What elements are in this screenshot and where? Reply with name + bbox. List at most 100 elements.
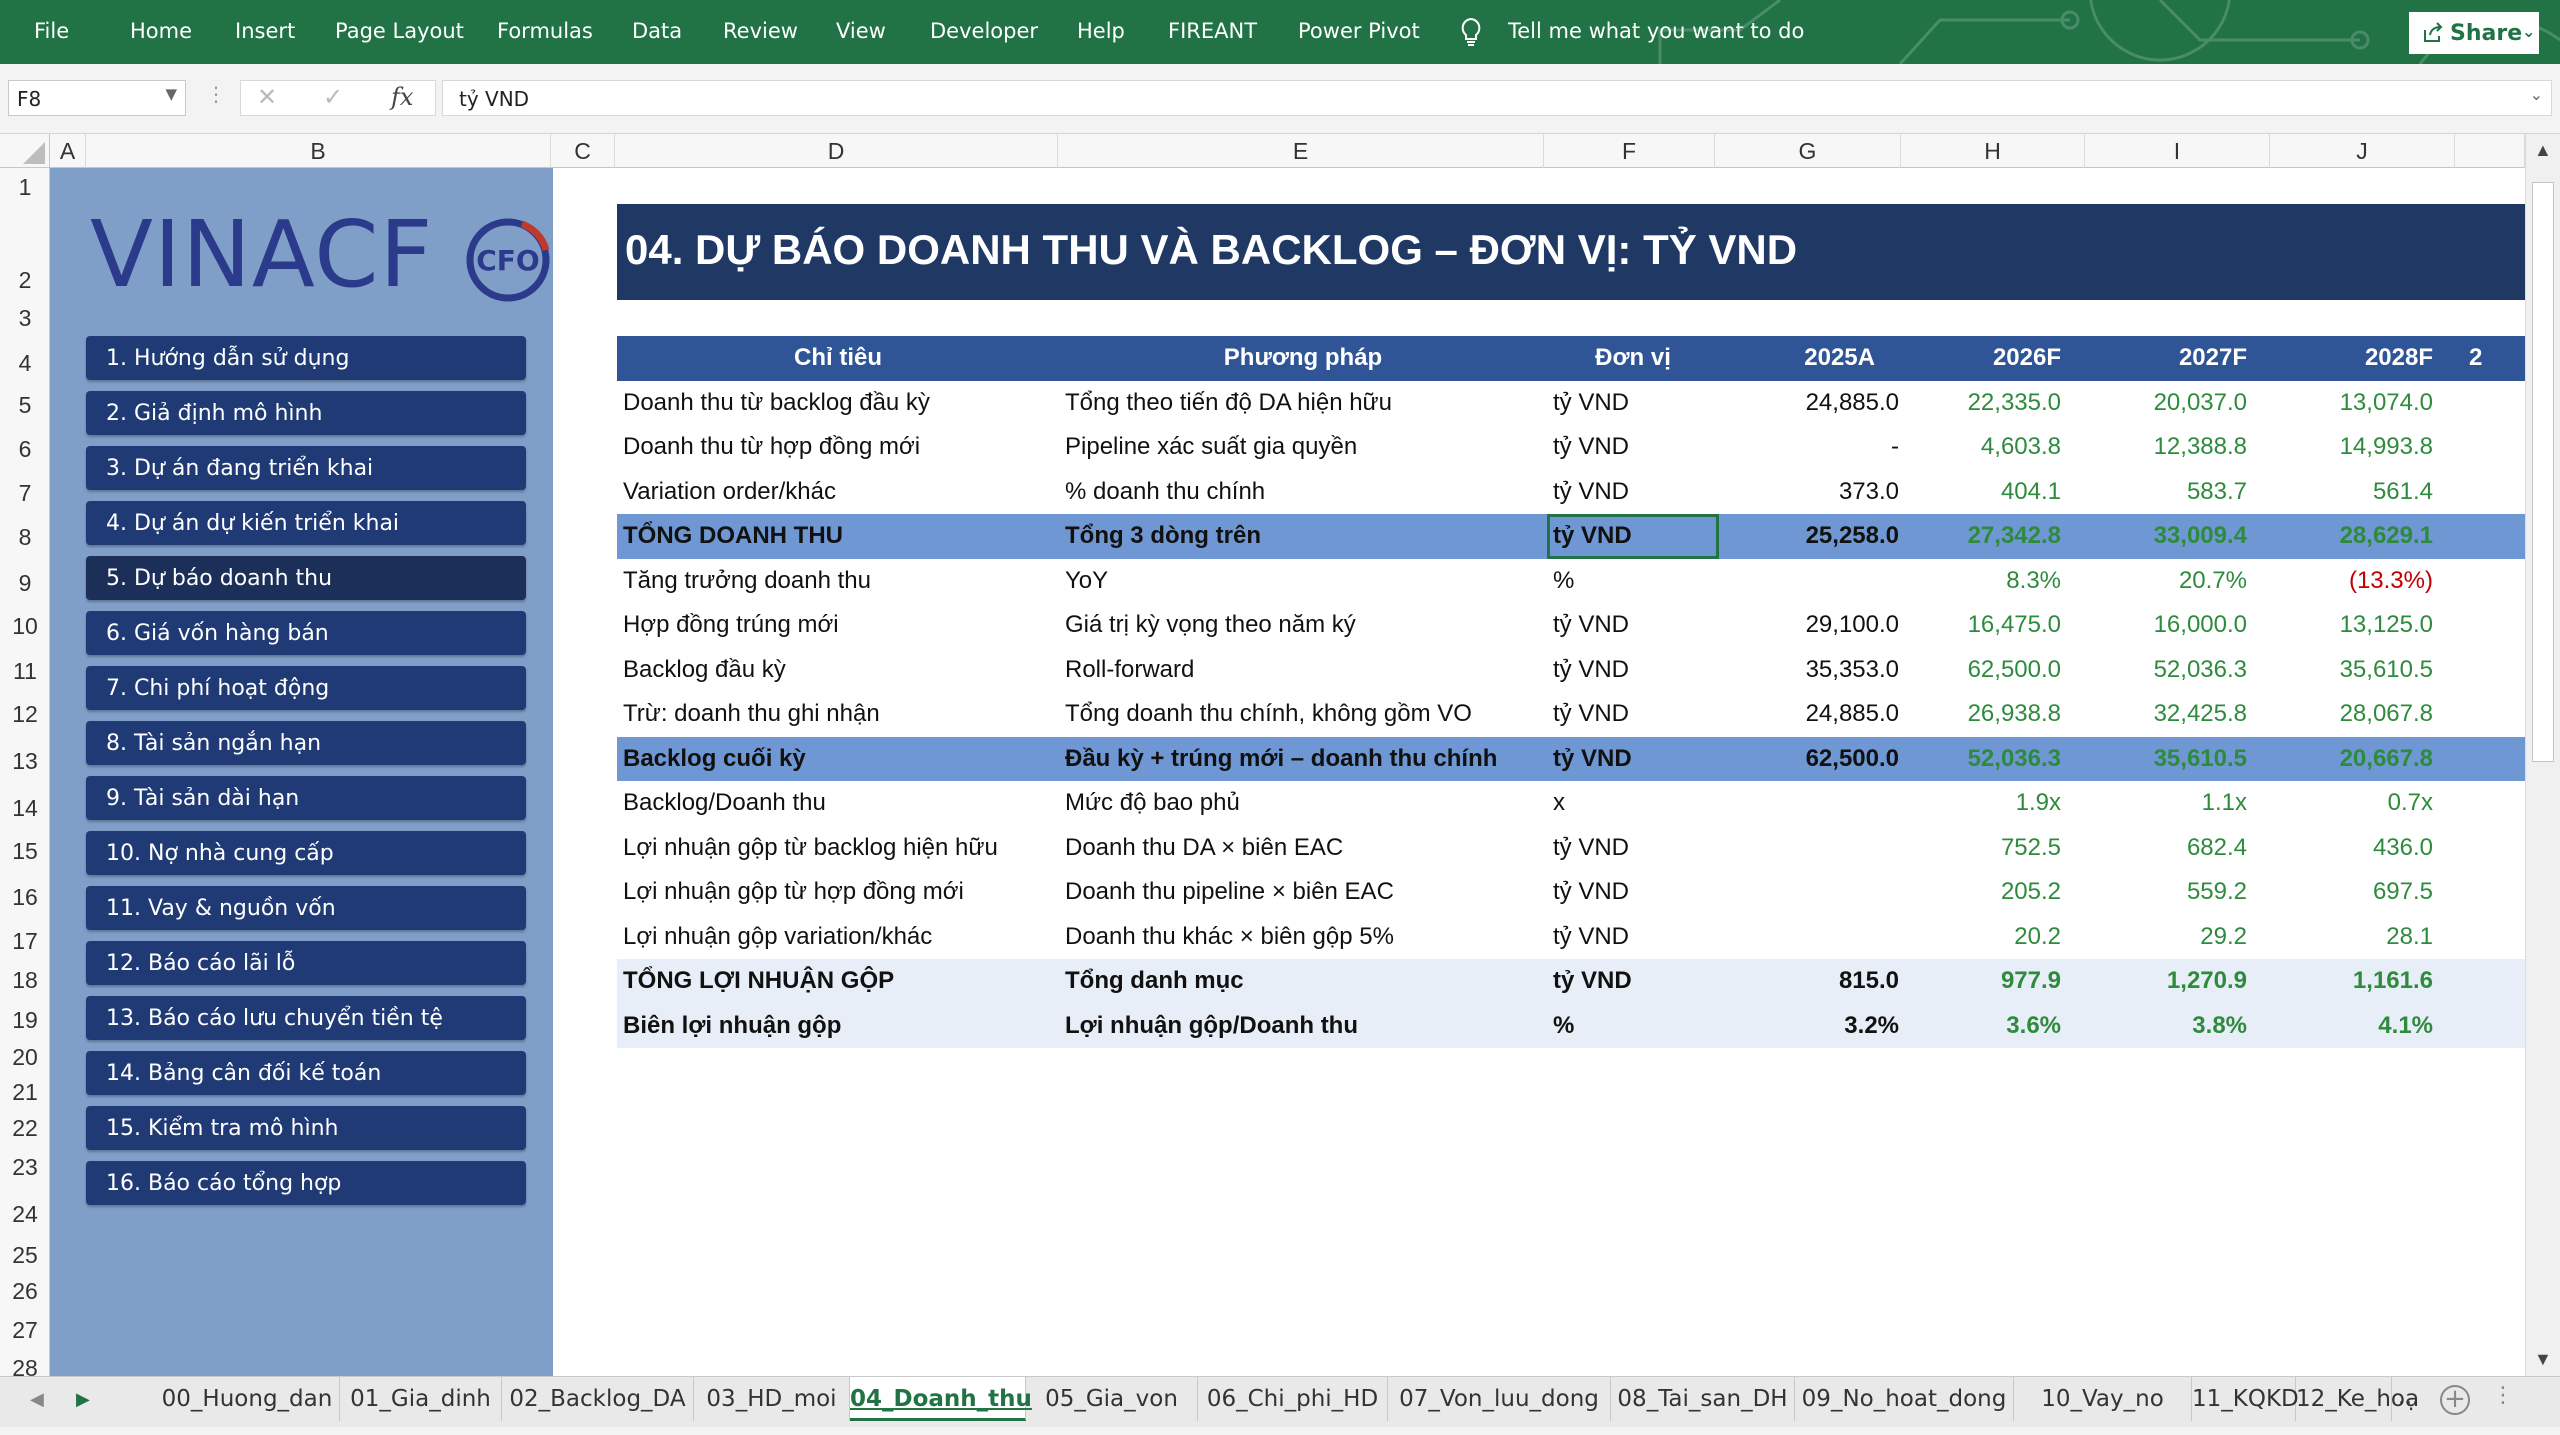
vertical-scrollbar[interactable]: ▲ ▼ [2525,134,2560,1376]
formula-input[interactable]: tỷ VND ⌄ [442,80,2552,116]
ribbon-tab-power-pivot[interactable]: Power Pivot [1298,19,1420,43]
table-cell[interactable]: 16,475.0 [1905,603,2091,648]
table-cell[interactable]: 561.4 [2277,470,2463,515]
sheet-tab[interactable]: 10_Vay_no [2014,1377,2192,1421]
nav-button-3[interactable]: 3. Dự án đang triển khai [86,446,526,490]
table-cell[interactable]: 32,425.8 [2091,692,2277,737]
table-cell[interactable]: 583.7 [2091,470,2277,515]
column-header-d[interactable]: D [615,134,1058,168]
table-cell[interactable]: 697.5 [2277,870,2463,915]
cancel-icon[interactable]: ✕ [257,83,277,111]
table-cell[interactable]: 62,500.0 [1905,648,2091,693]
column-header-b[interactable]: B [86,134,551,168]
table-cell[interactable] [2463,781,2525,826]
table-cell[interactable] [1719,826,1905,871]
table-cell[interactable]: Hợp đồng trúng mới [617,603,1059,648]
table-cell[interactable] [1719,781,1905,826]
table-cell[interactable]: (13.3%) [2277,559,2463,604]
nav-button-9[interactable]: 9. Tài sản dài hạn [86,776,526,820]
table-cell[interactable]: 35,610.5 [2277,648,2463,693]
table-cell[interactable]: 20.7% [2091,559,2277,604]
ribbon-tab-help[interactable]: Help [1077,19,1125,43]
table-cell[interactable]: 27,342.8 [1905,514,2091,559]
table-cell[interactable]: 20,037.0 [2091,381,2277,426]
table-cell[interactable]: Tổng theo tiến độ DA hiện hữu [1059,381,1547,426]
table-cell[interactable] [2463,381,2525,426]
table-cell[interactable]: 752.5 [1905,826,2091,871]
table-cell[interactable]: % [1547,1003,1719,1048]
nav-button-7[interactable]: 7. Chi phí hoạt động [86,666,526,710]
sheet-tab[interactable]: 02_Backlog_DA [502,1377,694,1421]
ribbon-tab-data[interactable]: Data [632,19,682,43]
table-cell[interactable]: Mức độ bao phủ [1059,781,1547,826]
dropdown-icon[interactable]: ▼ [165,85,177,103]
expand-icon[interactable]: ⌄ [2530,85,2543,104]
table-cell[interactable]: Trừ: doanh thu ghi nhận [617,692,1059,737]
table-cell[interactable]: Doanh thu pipeline × biên EAC [1059,870,1547,915]
table-cell[interactable]: Lợi nhuận gộp từ hợp đồng mới [617,870,1059,915]
table-cell[interactable]: Doanh thu khác × biên gộp 5% [1059,915,1547,960]
row-header[interactable]: 17 [0,928,50,955]
table-cell[interactable]: Backlog/Doanh thu [617,781,1059,826]
table-cell[interactable]: tỷ VND [1547,692,1719,737]
table-cell[interactable]: 8.3% [1905,559,2091,604]
table-cell[interactable]: Tổng 3 dòng trên [1059,514,1547,559]
row-header[interactable]: 6 [0,436,50,463]
table-cell[interactable]: 1,270.9 [2091,959,2277,1004]
row-header[interactable]: 12 [0,701,50,728]
table-cell[interactable]: 3.8% [2091,1003,2277,1048]
prev-sheet-icon[interactable]: ◀ [30,1389,44,1410]
table-cell[interactable]: Giá trị kỳ vọng theo năm ký [1059,603,1547,648]
nav-button-14[interactable]: 14. Bảng cân đối kế toán [86,1051,526,1095]
table-cell[interactable]: tỷ VND [1547,736,1719,781]
sheet-tab[interactable]: 04_Doanh_thu [850,1377,1032,1421]
table-cell[interactable]: tỷ VND [1547,425,1719,470]
table-cell[interactable]: Doanh thu từ backlog đầu kỳ [617,381,1059,426]
nav-button-11[interactable]: 11. Vay & nguồn vốn [86,886,526,930]
table-cell[interactable] [2463,603,2525,648]
table-cell[interactable] [2463,470,2525,515]
ribbon-tab-file[interactable]: File [34,19,69,43]
table-cell[interactable]: 0.7x [2277,781,2463,826]
table-cell[interactable]: 52,036.3 [1905,736,2091,781]
ribbon-tab-fireant[interactable]: FIREANT [1168,19,1257,43]
row-header[interactable]: 24 [0,1201,50,1228]
table-cell[interactable]: TỔNG LỢI NHUẬN GỘP [617,959,1059,1004]
table-cell[interactable]: 29.2 [2091,915,2277,960]
table-cell[interactable]: Doanh thu DA × biên EAC [1059,826,1547,871]
table-cell[interactable] [2463,514,2525,559]
table-cell[interactable] [2463,1003,2525,1048]
sheet-tab[interactable]: 09_No_hoat_dong [1795,1377,2014,1421]
table-cell[interactable]: 559.2 [2091,870,2277,915]
table-cell[interactable]: 13,074.0 [2277,381,2463,426]
table-cell[interactable]: tỷ VND [1547,870,1719,915]
add-sheet-button[interactable]: + [2440,1385,2470,1415]
table-cell[interactable]: 35,610.5 [2091,736,2277,781]
ribbon-tab-view[interactable]: View [836,19,886,43]
column-header-h[interactable]: H [1901,134,2085,168]
ribbon-tab-developer[interactable]: Developer [930,19,1038,43]
table-cell[interactable]: 3.6% [1905,1003,2091,1048]
row-header[interactable]: 8 [0,524,50,551]
row-header[interactable]: 26 [0,1278,50,1305]
table-cell[interactable]: 24,885.0 [1719,692,1905,737]
column-header-a[interactable]: A [50,134,86,168]
table-cell[interactable]: Biên lợi nhuận gộp [617,1003,1059,1048]
ribbon-tab-home[interactable]: Home [130,19,192,43]
row-header[interactable]: 10 [0,613,50,640]
sheet-tab[interactable]: 07_Von_luu_dong [1388,1377,1611,1421]
table-cell[interactable]: Tổng danh mục [1059,959,1547,1004]
row-header[interactable]: 27 [0,1317,50,1344]
table-cell[interactable] [2463,425,2525,470]
table-cell[interactable]: 977.9 [1905,959,2091,1004]
column-header-k[interactable] [2455,134,2525,168]
table-cell[interactable] [2463,648,2525,693]
table-cell[interactable]: 16,000.0 [2091,603,2277,648]
table-cell[interactable]: Backlog đầu kỳ [617,648,1059,693]
row-header[interactable]: 18 [0,967,50,994]
tell-me-search[interactable]: Tell me what you want to do [1508,19,1804,43]
table-cell[interactable]: tỷ VND [1547,603,1719,648]
nav-button-15[interactable]: 15. Kiểm tra mô hình [86,1106,526,1150]
row-header[interactable]: 7 [0,480,50,507]
row-header[interactable]: 15 [0,838,50,865]
